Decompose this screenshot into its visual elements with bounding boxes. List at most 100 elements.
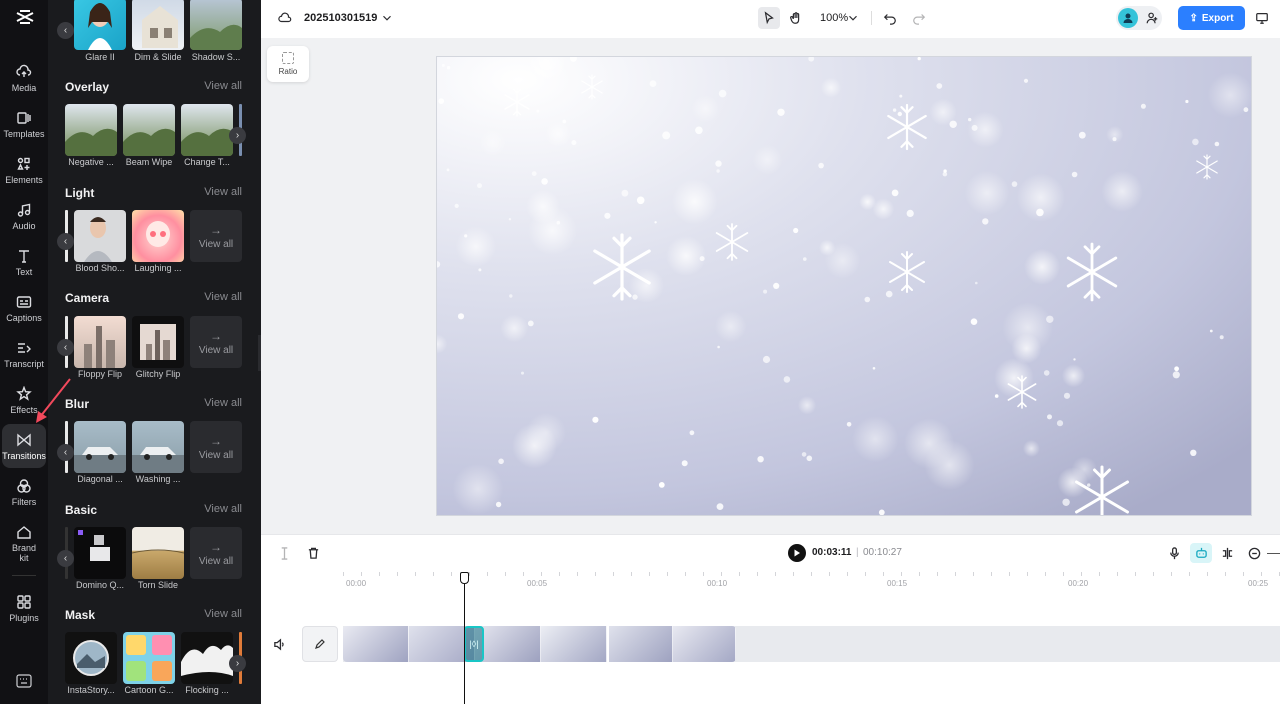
play-button[interactable] xyxy=(788,544,806,562)
rail-label: Media xyxy=(11,82,37,93)
thumb-beam-wipe[interactable] xyxy=(123,104,175,156)
scroll-right-button[interactable]: › xyxy=(229,655,246,672)
capcut-logo-icon[interactable] xyxy=(14,6,36,28)
bokeh-dot xyxy=(872,367,876,370)
thumb-dim-slide[interactable] xyxy=(132,0,184,50)
chevron-down-icon[interactable] xyxy=(842,7,864,29)
speaker-icon[interactable] xyxy=(270,635,288,653)
delete-icon[interactable] xyxy=(304,544,322,562)
project-name[interactable]: 202510301519 xyxy=(304,12,377,24)
thumb-change-t[interactable] xyxy=(181,104,233,156)
bokeh-dot xyxy=(521,371,524,375)
playhead-handle[interactable] xyxy=(460,572,469,584)
thumb-label: Washing ... xyxy=(135,474,181,484)
cloud-sync-icon[interactable] xyxy=(274,7,296,29)
select-tool-icon[interactable] xyxy=(758,7,780,29)
ruler-tick xyxy=(415,572,416,576)
rail-item-filters[interactable]: Filters xyxy=(2,470,46,514)
ruler-tick xyxy=(901,572,902,576)
rail-item-transitions[interactable]: Transitions xyxy=(2,424,46,468)
edit-cover-button[interactable] xyxy=(302,626,338,662)
scroll-left-button[interactable]: ‹ xyxy=(57,22,74,39)
ruler-tick xyxy=(829,572,830,576)
present-screen-icon[interactable] xyxy=(1251,7,1273,29)
scroll-left-button[interactable]: ‹ xyxy=(57,233,74,250)
export-button[interactable]: ⇪ Export xyxy=(1178,6,1245,30)
thumb-glitchy-flip[interactable] xyxy=(132,316,184,368)
thumb-glare-ii[interactable] xyxy=(74,0,126,50)
view-all-tile-basic[interactable]: → View all xyxy=(190,527,242,579)
redo-icon[interactable] xyxy=(908,7,930,29)
hand-tool-icon[interactable] xyxy=(785,7,807,29)
zoom-out-icon[interactable] xyxy=(1245,544,1263,562)
thumb-torn-slide[interactable] xyxy=(132,527,184,579)
chevron-down-icon[interactable] xyxy=(376,7,398,29)
rail-item-text[interactable]: Text xyxy=(2,240,46,284)
city-skyline-icon xyxy=(84,326,115,368)
bokeh-dot xyxy=(1071,171,1078,178)
playhead[interactable] xyxy=(464,572,465,704)
scroll-right-button[interactable]: › xyxy=(229,127,246,144)
rail-item-elements[interactable]: Elements xyxy=(2,148,46,192)
keyboard-icon[interactable] xyxy=(16,674,32,688)
video-clip[interactable] xyxy=(343,626,736,662)
view-all-tile-light[interactable]: → View all xyxy=(190,210,242,262)
split-clip-icon[interactable] xyxy=(1218,544,1236,562)
timeline-border xyxy=(261,534,1280,535)
view-all-basic[interactable]: View all xyxy=(204,503,242,515)
bokeh-dot xyxy=(801,452,807,457)
view-all-tile-blur[interactable]: → View all xyxy=(190,421,242,473)
view-all-overlay[interactable]: View all xyxy=(204,80,242,92)
add-user-icon[interactable] xyxy=(1141,7,1163,29)
view-all-camera[interactable]: View all xyxy=(204,291,242,303)
scroll-left-button[interactable]: ‹ xyxy=(57,444,74,461)
thumb-domino-q[interactable] xyxy=(74,527,126,579)
thumb-blood-sho[interactable] xyxy=(74,210,126,262)
ruler-tick xyxy=(1045,572,1046,576)
thumb-diagonal[interactable] xyxy=(74,421,126,473)
ratio-button[interactable]: Ratio xyxy=(267,46,309,82)
text-icon xyxy=(19,249,29,263)
avatar[interactable] xyxy=(1118,8,1138,28)
hills-icon xyxy=(65,128,117,156)
thumb-label: Domino Q... xyxy=(75,580,124,590)
thumb-instastory[interactable] xyxy=(65,632,117,684)
rail-item-transcript[interactable]: Transcript xyxy=(2,332,46,376)
rail-item-brand-kit[interactable]: Brand kit xyxy=(2,518,46,568)
ruler-label: 00:00 xyxy=(346,579,367,588)
thumb-shadow-s[interactable] xyxy=(190,0,242,50)
bokeh-dot xyxy=(621,189,629,197)
rail-item-plugins[interactable]: Plugins xyxy=(2,586,46,630)
transition-marker[interactable]: |◊| xyxy=(464,626,484,662)
thumb-washing[interactable] xyxy=(132,421,184,473)
bokeh-dot xyxy=(1140,103,1146,109)
bokeh-dot xyxy=(1209,329,1213,333)
scroll-left-button[interactable]: ‹ xyxy=(57,339,74,356)
view-all-mask[interactable]: View all xyxy=(204,608,242,620)
left-rail: Media Templates Elements Audio Text Capt… xyxy=(0,0,48,704)
video-preview[interactable] xyxy=(436,56,1252,516)
thumb-floppy-flip[interactable] xyxy=(74,316,126,368)
brand-kit-icon xyxy=(17,525,31,539)
scroll-left-button[interactable]: ‹ xyxy=(57,550,74,567)
microphone-icon[interactable] xyxy=(1165,544,1183,562)
ruler-tick xyxy=(739,572,740,576)
ai-robot-icon[interactable] xyxy=(1190,543,1212,563)
rail-item-audio[interactable]: Audio xyxy=(2,194,46,238)
bokeh-dot xyxy=(970,318,978,326)
thumb-laughing[interactable] xyxy=(132,210,184,262)
rail-item-captions[interactable]: Captions xyxy=(2,286,46,330)
zoom-slider[interactable] xyxy=(1267,553,1280,554)
split-cursor-icon[interactable] xyxy=(275,544,293,562)
rail-item-media[interactable]: Media xyxy=(2,56,46,100)
ruler-tick xyxy=(1117,572,1118,576)
undo-icon[interactable] xyxy=(879,7,901,29)
rail-item-templates[interactable]: Templates xyxy=(2,102,46,146)
bokeh-dot xyxy=(446,168,450,172)
view-all-blur[interactable]: View all xyxy=(204,397,242,409)
thumb-negative[interactable] xyxy=(65,104,117,156)
view-all-tile-camera[interactable]: → View all xyxy=(190,316,242,368)
thumb-cartoon-g[interactable] xyxy=(123,632,175,684)
thumb-flocking[interactable] xyxy=(181,632,233,684)
view-all-light[interactable]: View all xyxy=(204,186,242,198)
